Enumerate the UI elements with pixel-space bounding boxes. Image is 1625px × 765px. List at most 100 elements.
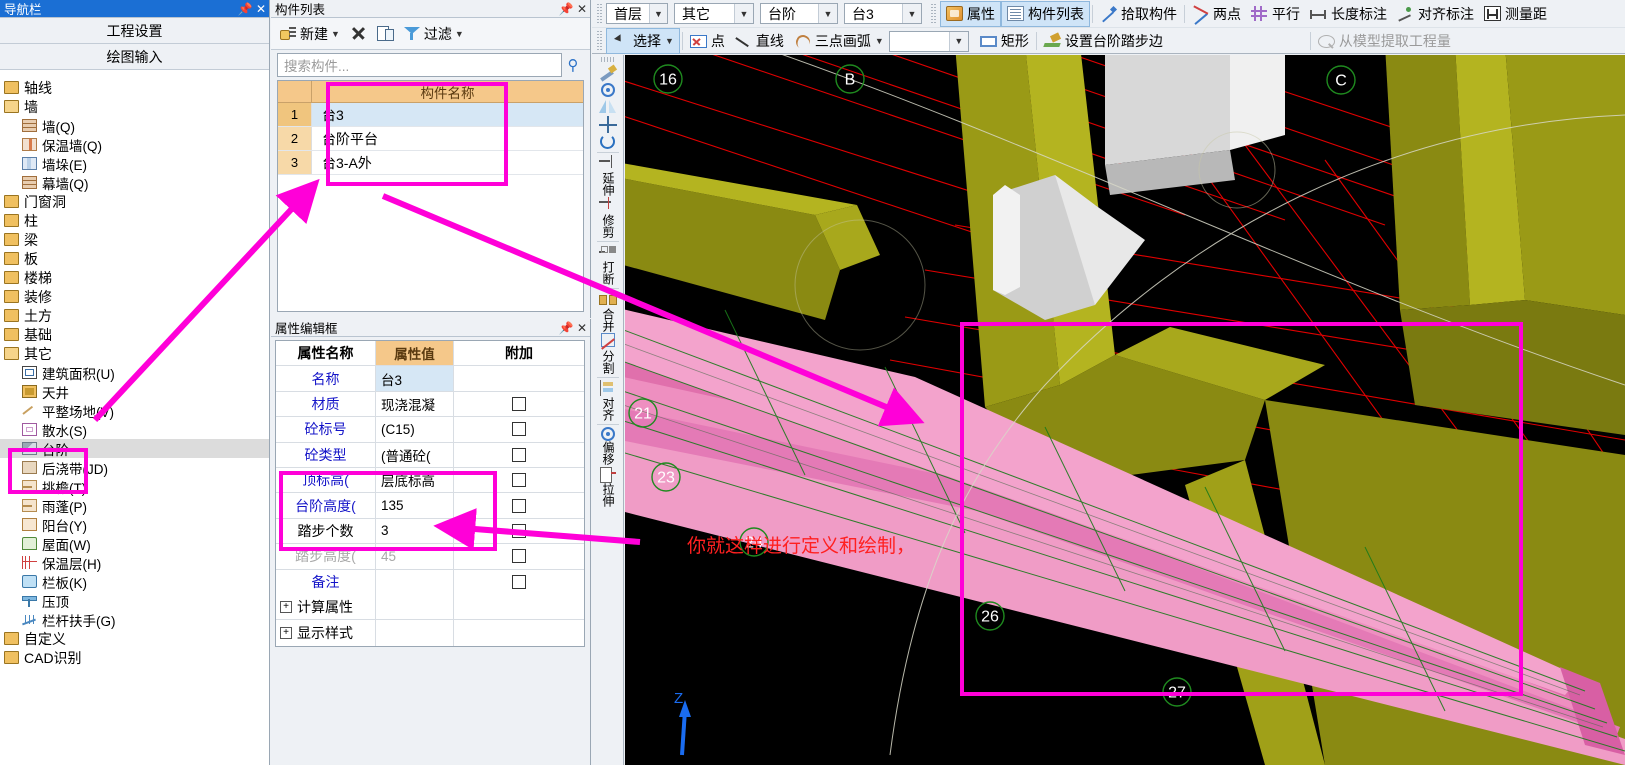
tree-item-台阶[interactable]: 台阶 xyxy=(0,439,269,458)
property-row[interactable]: 砼类型 (普通砼( xyxy=(276,442,584,468)
close-icon[interactable]: ✕ xyxy=(253,2,269,16)
table-row[interactable]: 1 台3 xyxy=(278,103,583,127)
move-tool[interactable] xyxy=(593,116,623,133)
property-value[interactable]: 现浇混凝 xyxy=(376,391,454,417)
checkbox[interactable] xyxy=(512,523,526,538)
table-row[interactable]: 2 台阶平台 xyxy=(278,127,583,151)
偏移-tool[interactable]: 偏移 xyxy=(593,427,623,465)
tree-item-CAD识别[interactable]: CAD识别 xyxy=(0,648,269,667)
expand-icon[interactable]: + xyxy=(280,626,292,639)
构件列表-button[interactable]: 构件列表 xyxy=(1001,0,1090,27)
tree-item-墙Q[interactable]: 墙(Q) xyxy=(0,116,269,135)
tree-item-自定义[interactable]: 自定义 xyxy=(0,629,269,648)
tree-item-散水S[interactable]: 散水(S) xyxy=(0,420,269,439)
property-value[interactable]: 45 xyxy=(376,544,454,569)
vertical-toolbar-grip-icon[interactable] xyxy=(600,57,615,62)
table-row[interactable]: 3 台3-A外 xyxy=(278,151,583,175)
tree-item-墙垛E[interactable]: 墙垛(E) xyxy=(0,154,269,173)
拾取构件-button[interactable]: 拾取构件 xyxy=(1095,2,1182,26)
pin-icon[interactable]: 📌 xyxy=(237,2,253,16)
长度标注-button[interactable]: 长度标注 xyxy=(1305,2,1392,26)
checkbox[interactable] xyxy=(512,447,526,462)
tree-item-天井[interactable]: 天井 xyxy=(0,382,269,401)
对齐标注-button[interactable]: 对齐标注 xyxy=(1392,2,1479,26)
tree-item-门窗洞[interactable]: 门窗洞 xyxy=(0,192,269,211)
chevron-down-icon[interactable]: ▼ xyxy=(818,4,837,23)
tree-item-平整场地V[interactable]: 平整场地(V) xyxy=(0,401,269,420)
tree-item-栏杆扶手G[interactable]: 栏杆扶手(G) xyxy=(0,610,269,629)
property-value[interactable]: 台3 xyxy=(376,366,454,391)
property-value[interactable] xyxy=(376,569,454,595)
model-3d-viewport[interactable]: 16 B C 21 23 24 26 27 你就这样进行定义和绘制， Z xyxy=(625,55,1625,765)
property-group-row[interactable]: + 计算属性 xyxy=(276,594,584,621)
从模型提取工程量-button[interactable]: 从模型提取工程量 xyxy=(1313,29,1456,53)
tree-item-建筑面积U[interactable]: 建筑面积(U) xyxy=(0,363,269,382)
延伸-tool[interactable]: 延伸 xyxy=(593,155,623,196)
tree-item-保温墙Q[interactable]: 保温墙(Q) xyxy=(0,135,269,154)
component-select[interactable]: 台3 ▼ xyxy=(844,3,922,24)
tree-item-幕墙Q[interactable]: 幕墙(Q) xyxy=(0,173,269,192)
arc-mode-select[interactable]: ▼ xyxy=(888,30,969,52)
属性-button[interactable]: 属性 xyxy=(940,0,1001,27)
filter-button[interactable]: 过滤 ▼ xyxy=(401,22,467,46)
toolbar-grip-icon[interactable] xyxy=(597,31,603,51)
chevron-down-icon[interactable]: ▼ xyxy=(902,4,921,23)
property-row[interactable]: 砼标号 (C15) xyxy=(276,417,584,443)
checkbox[interactable] xyxy=(512,498,526,513)
search-icon[interactable]: ⚲ xyxy=(562,56,584,74)
search-input[interactable]: 搜索构件... xyxy=(277,53,562,77)
tree-item-阳台Y[interactable]: 阳台(Y) xyxy=(0,515,269,534)
chevron-down-icon[interactable]: ▼ xyxy=(875,36,884,46)
tree-item-板[interactable]: 板 xyxy=(0,249,269,268)
tree-item-轴线[interactable]: 轴线 xyxy=(0,78,269,97)
property-value[interactable]: 135 xyxy=(376,493,454,518)
点-button[interactable]: 点 xyxy=(685,29,730,53)
property-group-row[interactable]: + 显示样式 xyxy=(276,620,584,646)
chevron-down-icon[interactable]: ▼ xyxy=(948,31,968,51)
修剪-tool[interactable]: 修剪 xyxy=(593,197,623,238)
checkbox[interactable] xyxy=(512,575,526,590)
tree-item-土方[interactable]: 土方 xyxy=(0,306,269,325)
tree-item-雨蓬P[interactable]: 雨蓬(P) xyxy=(0,496,269,515)
测量距-button[interactable]: 测量距 xyxy=(1479,2,1552,26)
copy-component-button[interactable] xyxy=(374,24,397,43)
property-row[interactable]: 名称 台3 xyxy=(276,366,584,392)
new-component-button[interactable]: 新建 ▼ xyxy=(277,22,343,46)
矩形-button[interactable]: 矩形 xyxy=(975,29,1034,53)
tree-item-压顶[interactable]: 压顶 xyxy=(0,591,269,610)
property-value[interactable]: 层底标高 xyxy=(376,467,454,493)
pin-icon[interactable]: 📌 xyxy=(558,321,574,335)
property-row[interactable]: 踏步高度(45 xyxy=(276,544,584,570)
直线-button[interactable]: 直线 xyxy=(730,29,789,53)
checkbox[interactable] xyxy=(512,396,526,411)
pin-icon[interactable]: 📌 xyxy=(558,2,574,16)
tree-item-挑檐T[interactable]: 挑檐(T) xyxy=(0,477,269,496)
tree-item-保温层H[interactable]: 保温层(H) xyxy=(0,553,269,572)
tree-item-装修[interactable]: 装修 xyxy=(0,287,269,306)
对齐-tool[interactable]: 对齐 xyxy=(593,380,623,421)
toolbar-grip-icon[interactable] xyxy=(597,3,603,24)
选择-button[interactable]: 选择 ▼ xyxy=(606,28,680,54)
打断-tool[interactable]: 打断 xyxy=(593,244,623,285)
category-select[interactable]: 其它 ▼ xyxy=(674,3,754,24)
close-icon[interactable]: ✕ xyxy=(574,2,590,16)
chevron-down-icon[interactable]: ▼ xyxy=(649,4,667,23)
chevron-down-icon[interactable]: ▼ xyxy=(665,36,674,46)
合并-tool[interactable]: 合并 xyxy=(593,291,623,332)
expand-icon[interactable]: + xyxy=(280,601,292,614)
拉伸-tool[interactable]: 拉伸 xyxy=(593,466,623,507)
设置台阶踏步边-button[interactable]: 设置台阶踏步边 xyxy=(1039,29,1168,53)
element-type-select[interactable]: 台阶 ▼ xyxy=(760,3,838,24)
delete-component-button[interactable] xyxy=(347,24,370,43)
tree-item-后浇带JD[interactable]: 后浇带(JD) xyxy=(0,458,269,477)
floor-select[interactable]: 首层 ▼ xyxy=(606,3,668,24)
drawing-input-button[interactable]: 绘图输入 xyxy=(0,44,269,70)
property-row[interactable]: 备注 xyxy=(276,569,584,595)
tree-item-屋面W[interactable]: 屋面(W) xyxy=(0,534,269,553)
tree-item-柱[interactable]: 柱 xyxy=(0,211,269,230)
tree-item-基础[interactable]: 基础 xyxy=(0,325,269,344)
circle-arc-tool[interactable] xyxy=(593,83,623,97)
tree-item-梁[interactable]: 梁 xyxy=(0,230,269,249)
tree-item-栏板K[interactable]: 栏板(K) xyxy=(0,572,269,591)
两点-button[interactable]: 两点 xyxy=(1187,2,1246,26)
